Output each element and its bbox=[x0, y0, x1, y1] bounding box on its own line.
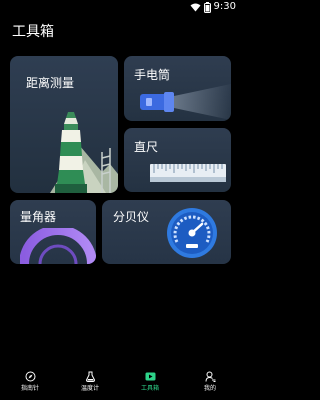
compass-icon bbox=[25, 371, 35, 382]
flashlight-card[interactable]: 手电筒 bbox=[124, 56, 231, 121]
status-icons: 9:30 bbox=[190, 1, 236, 13]
lighthouse-illustration bbox=[50, 112, 118, 193]
page-title: 工具箱 bbox=[12, 24, 54, 40]
nav-label-thermometer: 温度计 bbox=[80, 385, 99, 392]
flashlight-label: 手电筒 bbox=[134, 68, 171, 82]
ruler-label: 直尺 bbox=[134, 140, 159, 154]
nav-item-toolbox[interactable]: 工具箱 bbox=[120, 366, 180, 400]
nav-label-toolbox: 工具箱 bbox=[140, 385, 159, 392]
protractor-card[interactable]: 量角器 bbox=[10, 200, 96, 264]
nav-item-compass[interactable]: 指南针 bbox=[0, 366, 60, 400]
wifi-icon bbox=[190, 3, 201, 11]
distance-measure-card[interactable]: 距离测量 bbox=[10, 56, 118, 193]
flashlight-illustration bbox=[140, 84, 231, 120]
decibel-meter-card[interactable]: 分贝仪 bbox=[102, 200, 231, 264]
profile-icon bbox=[205, 371, 215, 382]
protractor-label: 量角器 bbox=[20, 210, 57, 224]
toolbox-icon bbox=[145, 372, 155, 381]
battery-icon bbox=[203, 1, 211, 13]
decibel-meter-label: 分贝仪 bbox=[113, 210, 150, 224]
distance-measure-label: 距离测量 bbox=[26, 76, 75, 90]
protractor-illustration bbox=[20, 228, 96, 264]
decibel-gauge-illustration bbox=[167, 208, 217, 258]
ruler-illustration bbox=[150, 164, 226, 182]
ruler-card[interactable]: 直尺 bbox=[124, 128, 231, 192]
nav-label-profile: 我的 bbox=[203, 385, 216, 392]
nav-item-thermometer[interactable]: 温度计 bbox=[60, 366, 120, 400]
status-bar: 9:30 bbox=[0, 0, 240, 14]
status-time: 9:30 bbox=[213, 1, 236, 12]
nav-item-profile[interactable]: 我的 bbox=[180, 366, 240, 400]
nav-label-compass: 指南针 bbox=[20, 385, 39, 392]
thermometer-icon bbox=[85, 371, 95, 382]
bottom-nav: 指南针 温度计 工具箱 我的 bbox=[0, 366, 240, 400]
